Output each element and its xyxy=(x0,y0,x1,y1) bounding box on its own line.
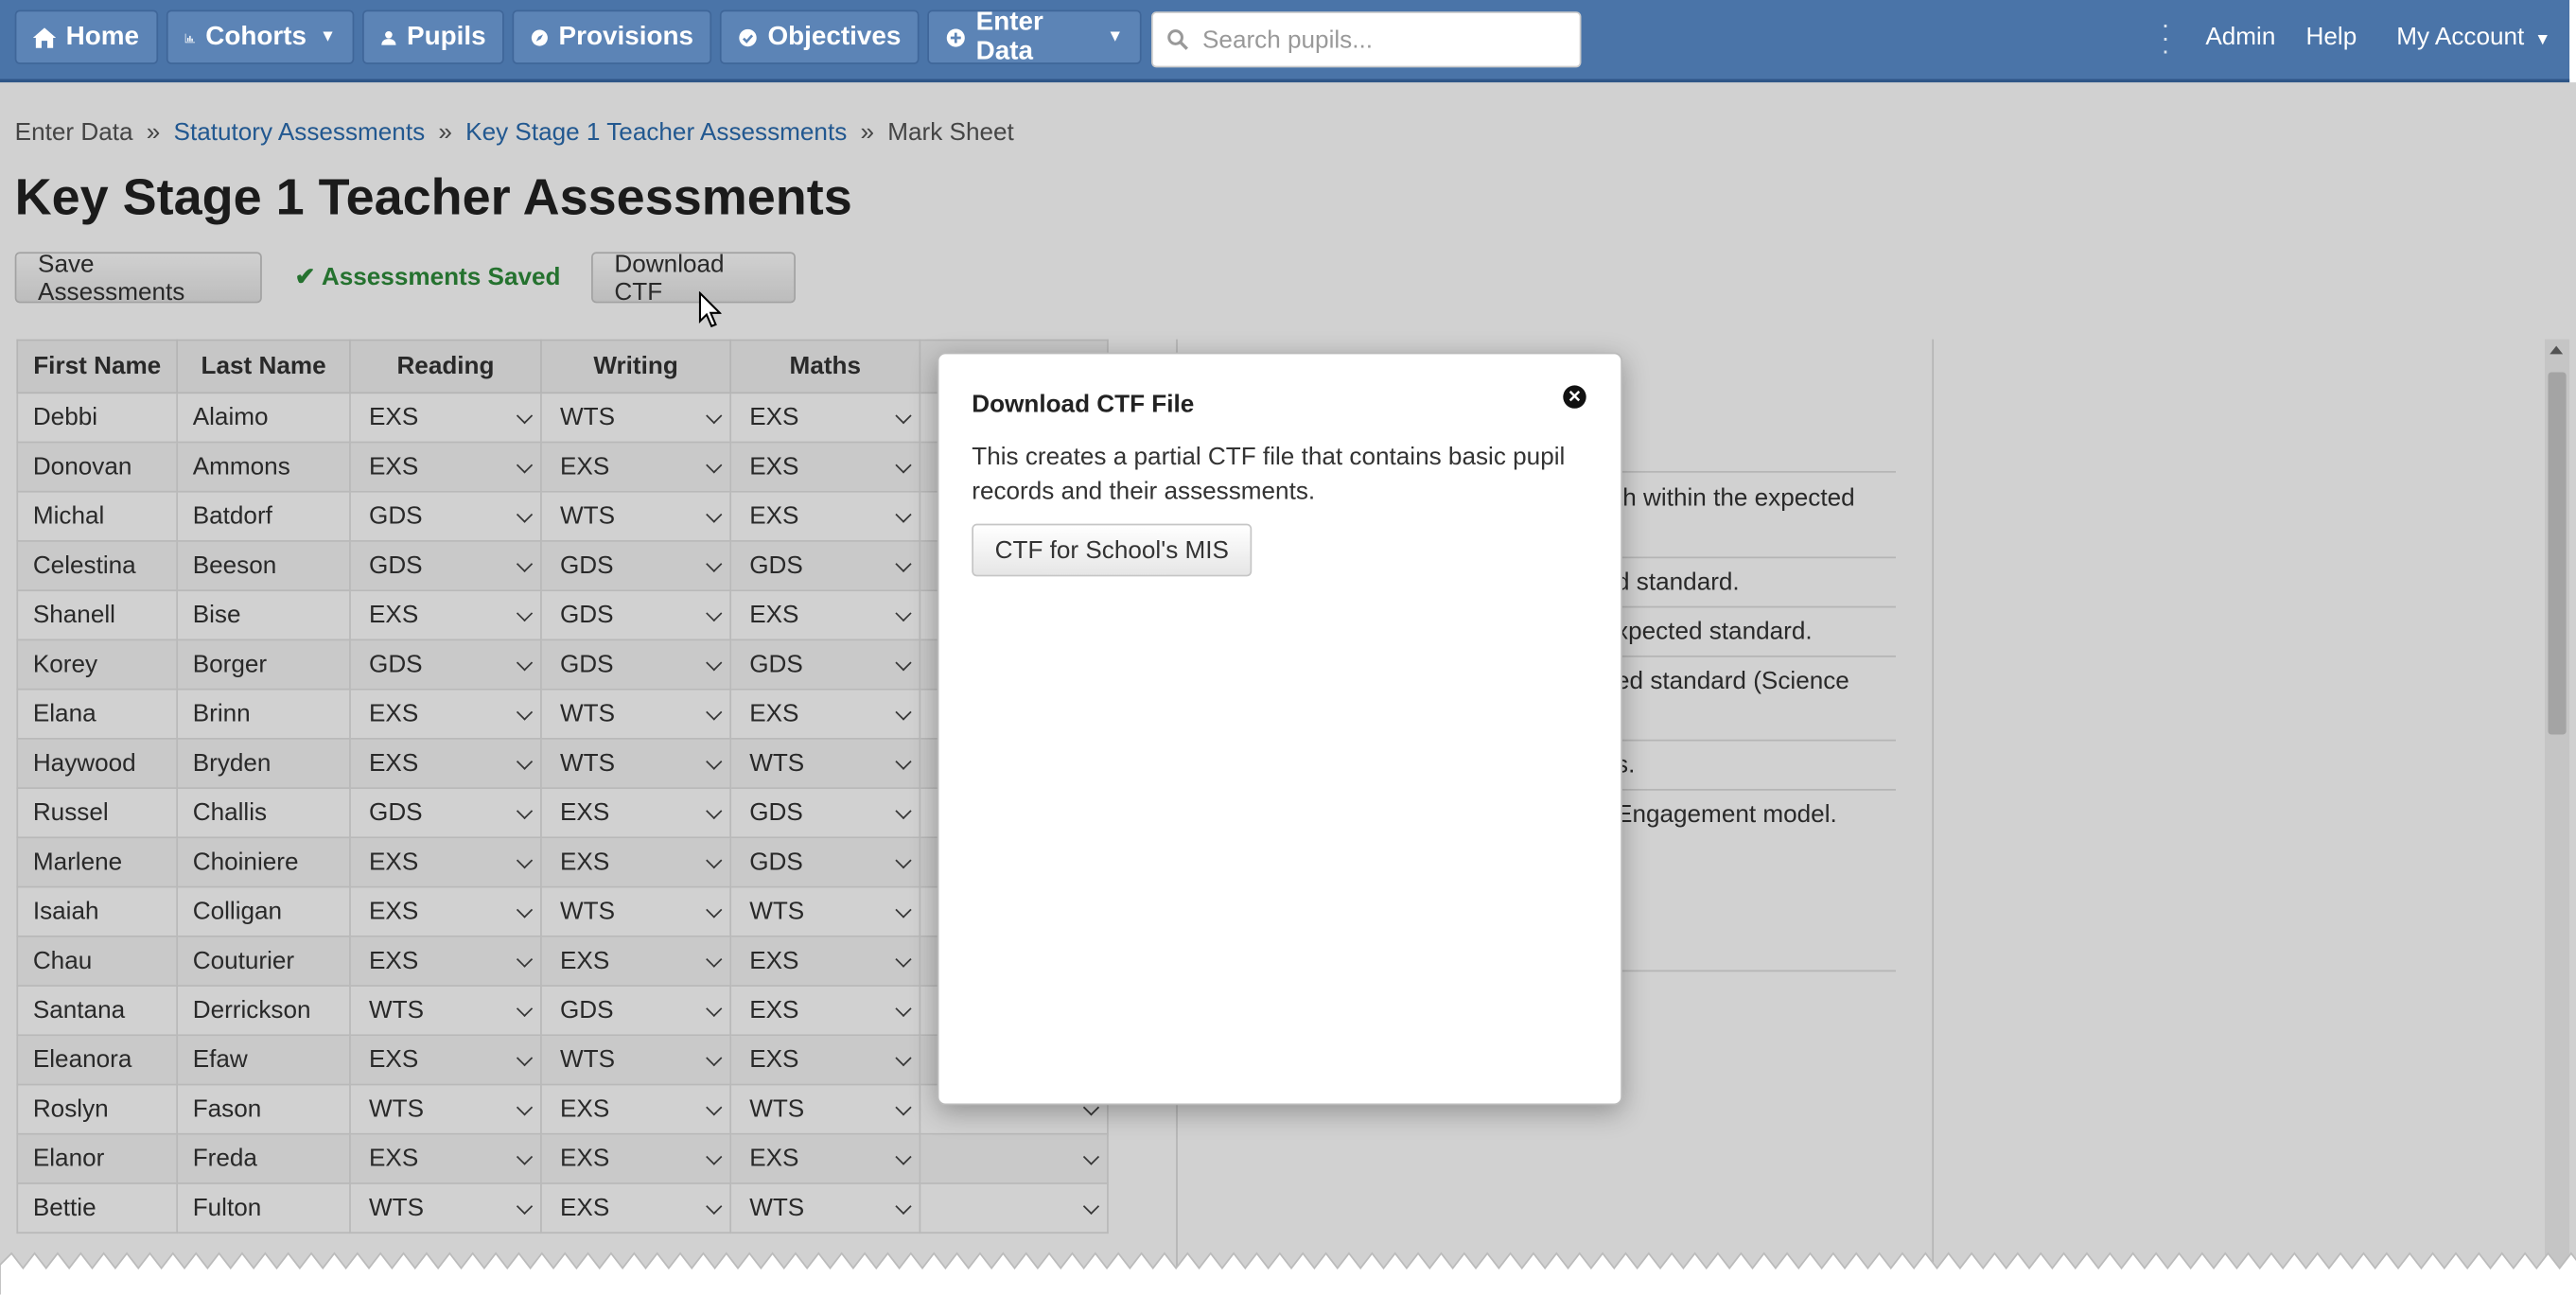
nav-my-account-label: My Account xyxy=(2396,23,2525,51)
nav-enter-data-button[interactable]: Enter Data ▼ xyxy=(927,8,1142,65)
nav-my-account-link[interactable]: My Account ▼ xyxy=(2396,23,2550,51)
page: Home Cohorts ▼ Pupils Provisions Objecti… xyxy=(0,0,2576,1295)
top-navbar: Home Cohorts ▼ Pupils Provisions Objecti… xyxy=(0,0,2570,83)
search-input[interactable] xyxy=(1199,24,1568,56)
nav-objectives-button[interactable]: Objectives xyxy=(719,9,920,64)
modal-description: This creates a partial CTF file that con… xyxy=(972,443,1566,506)
nav-cohorts-label: Cohorts xyxy=(205,22,307,51)
more-vertical-icon[interactable]: · · · xyxy=(2161,12,2169,65)
close-icon[interactable]: ✕ xyxy=(1563,385,1586,409)
nav-pupils-button[interactable]: Pupils xyxy=(362,9,504,64)
mouse-cursor-icon xyxy=(698,291,722,328)
download-ctf-modal: Download CTF File ✕ This creates a parti… xyxy=(937,352,1622,1106)
nav-enter-data-label: Enter Data xyxy=(975,7,1043,65)
plus-circle-icon xyxy=(946,27,965,46)
ctf-for-schools-mis-label: CTF for School's MIS xyxy=(994,535,1229,565)
modal-title: Download CTF File xyxy=(972,390,1195,419)
nav-objectives-label: Objectives xyxy=(767,22,902,51)
chevron-down-icon: ▼ xyxy=(319,27,337,46)
ctf-for-schools-mis-button[interactable]: CTF for School's MIS xyxy=(972,523,1253,577)
search-icon xyxy=(1167,29,1188,50)
search-box[interactable] xyxy=(1151,11,1582,68)
nav-home-label: Home xyxy=(65,22,140,51)
chevron-down-icon: ▼ xyxy=(1107,27,1124,46)
torn-edge xyxy=(0,1251,2576,1295)
nav-cohorts-button[interactable]: Cohorts ▼ xyxy=(166,9,355,64)
nav-provisions-label: Provisions xyxy=(558,22,694,51)
check-circle-icon xyxy=(739,27,757,46)
bar-chart-icon xyxy=(184,32,196,43)
nav-admin-link[interactable]: Admin xyxy=(2205,23,2275,51)
compass-icon xyxy=(531,28,548,45)
nav-provisions-button[interactable]: Provisions xyxy=(512,9,712,64)
user-icon xyxy=(381,30,396,44)
home-icon xyxy=(32,26,57,47)
nav-pupils-label: Pupils xyxy=(407,22,486,51)
nav-home-button[interactable]: Home xyxy=(14,9,159,64)
chevron-down-icon: ▼ xyxy=(2534,31,2551,50)
nav-help-link[interactable]: Help xyxy=(2306,23,2357,51)
